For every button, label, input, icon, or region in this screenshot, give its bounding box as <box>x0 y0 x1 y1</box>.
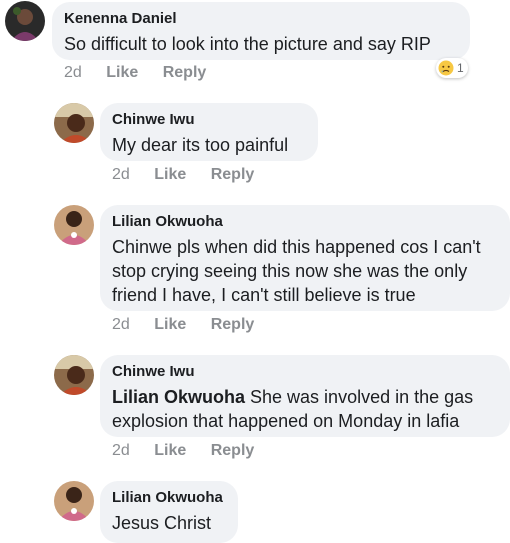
reaction-count: 1 <box>457 61 464 75</box>
comment-bubble: Lilian Okwuoha Chinwe pls when did this … <box>100 205 510 311</box>
comment-actions: 2d Like Reply <box>64 64 206 82</box>
comment-timestamp[interactable]: 2d <box>64 64 82 82</box>
like-button[interactable]: Like <box>154 442 186 460</box>
mention-link[interactable]: Lilian Okwuoha <box>112 387 245 407</box>
comment-text: Chinwe pls when did this happened cos I … <box>112 237 481 305</box>
comment-bubble: Chinwe Iwu Lilian Okwuoha She was involv… <box>100 355 510 437</box>
comment-author[interactable]: Kenenna Daniel <box>64 10 458 28</box>
comment-actions: 2d Like Reply <box>112 442 254 460</box>
reply-button[interactable]: Reply <box>211 442 255 460</box>
like-button[interactable]: Like <box>154 166 186 184</box>
reply-button[interactable]: Reply <box>163 64 207 82</box>
avatar[interactable] <box>5 1 45 41</box>
comment-timestamp[interactable]: 2d <box>112 316 130 334</box>
comment-bubble: Chinwe Iwu My dear its too painful <box>100 103 318 161</box>
comment-text: Jesus Christ <box>112 513 212 533</box>
like-button[interactable]: Like <box>106 64 138 82</box>
comment-actions: 2d Like Reply <box>112 166 254 184</box>
comment-actions: 2d Like Reply <box>112 316 254 334</box>
comment-author[interactable]: Lilian Okwuoha <box>112 213 498 231</box>
comment-text: So difficult to look into the picture an… <box>64 34 431 54</box>
comment-timestamp[interactable]: 2d <box>112 166 130 184</box>
comment-bubble: Lilian Okwuoha Jesus Christ <box>100 481 238 543</box>
comment-author[interactable]: Lilian Okwuoha <box>112 489 226 507</box>
comment-bubble: Kenenna Daniel So difficult to look into… <box>52 2 470 60</box>
reply-button[interactable]: Reply <box>211 316 255 334</box>
sad-face-icon <box>438 60 454 76</box>
avatar[interactable] <box>54 355 94 395</box>
comment-text: My dear its too painful <box>112 135 289 155</box>
avatar[interactable] <box>54 481 94 521</box>
reply-button[interactable]: Reply <box>211 166 255 184</box>
like-button[interactable]: Like <box>154 316 186 334</box>
comment-timestamp[interactable]: 2d <box>112 442 130 460</box>
avatar[interactable] <box>54 103 94 143</box>
avatar[interactable] <box>54 205 94 245</box>
comment-author[interactable]: Chinwe Iwu <box>112 363 498 381</box>
comment-author[interactable]: Chinwe Iwu <box>112 111 306 129</box>
comment-text: Lilian Okwuoha She was involved in the g… <box>112 385 498 433</box>
reaction-badge[interactable]: 1 <box>436 58 468 78</box>
